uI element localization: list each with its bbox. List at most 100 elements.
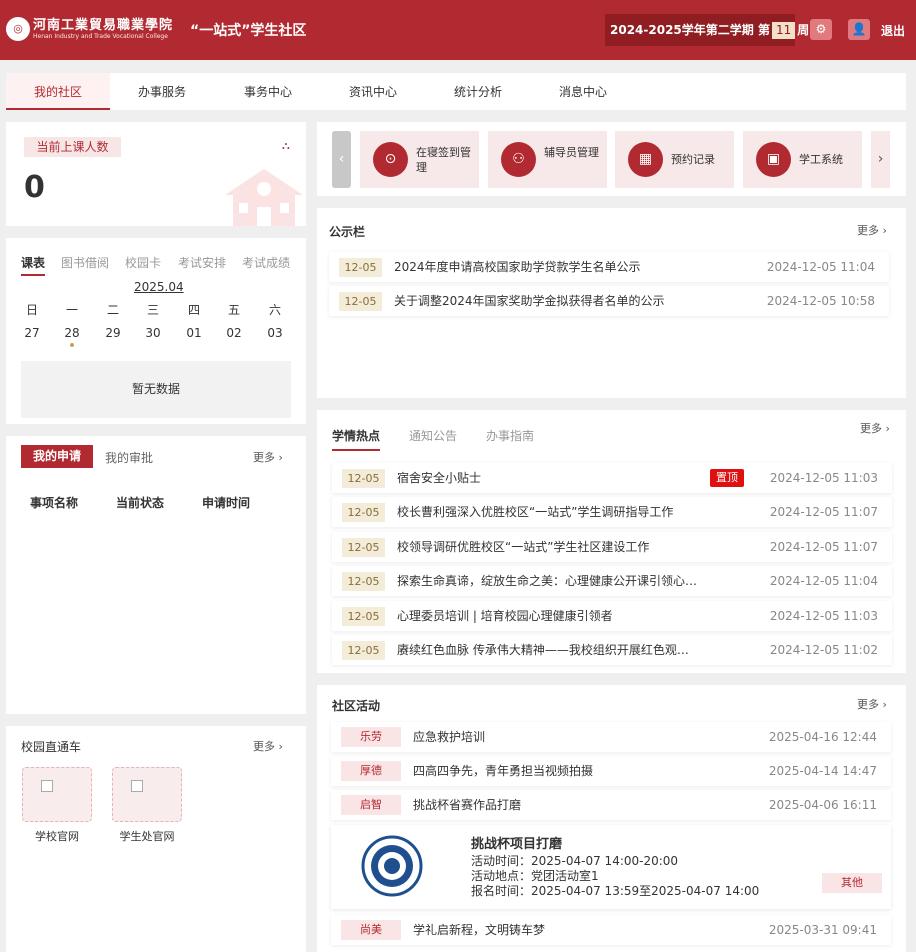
news-row[interactable]: 12-05 校领导调研优胜校区“一站式”学生社区建设工作 2024-12-05 … [332,532,892,562]
news-title: 校领导调研优胜校区“一站式”学生社区建设工作 [397,540,650,554]
activity-row[interactable]: 乐劳 应急救护培训 2025-04-16 12:44 [331,722,891,752]
school-website-label[interactable]: 学校官网 [22,828,92,844]
tab-my-approvals[interactable]: 我的审批 [105,449,153,466]
chevron-right-icon[interactable]: › [871,131,890,188]
activities-title: 社区活动 [332,699,381,713]
school-logo: ◎ [6,17,30,41]
chevron-right-icon: › [885,422,890,435]
news-title: 心理委员培训 | 培育校园心理健康引领者 [397,609,613,623]
school-website-link[interactable] [22,767,92,822]
activities-more[interactable]: 更多 › [857,696,887,712]
nav-services[interactable]: 办事服务 [114,73,210,110]
student-office-link[interactable] [112,767,182,822]
news-time: 2024-12-05 11:04 [769,574,878,588]
weekday: 日 [25,303,38,317]
news-time: 2024-12-05 11:03 [769,471,878,485]
news-row[interactable]: 12-05 宿舍安全小贴士 置顶 2024-12-05 11:03 [332,463,892,493]
calendar-day[interactable]: 27 [12,326,52,340]
calendar-day[interactable]: 30 [133,326,173,340]
notice-board-more[interactable]: 更多 › [857,222,887,238]
user-icon[interactable]: 👤 [848,19,870,40]
calendar-day[interactable]: 02 [214,326,254,340]
column-header: 申请时间 [202,496,251,510]
date-tag: 12-05 [342,538,385,557]
calendar-day[interactable]: 01 [174,326,214,340]
tab-schedule[interactable]: 课表 [21,254,46,276]
news-time: 2024-12-05 11:03 [769,609,878,623]
detail-signup-time: 报名时间：2025-04-07 13:59至2025-04-07 14:00 [471,884,760,898]
calendar-day[interactable]: 29 [93,326,133,340]
term-info: 2024-2025学年第二学期 第 11 周 [605,14,809,46]
tab-library[interactable]: 图书借阅 [61,254,109,271]
quick-link-label: 辅导员管理 [544,146,599,159]
notice-time: 2024-12-05 11:04 [766,260,875,274]
calendar-day-today[interactable]: 28 [52,326,92,340]
logout-button[interactable]: 退出 [881,22,905,39]
school-building-icon [225,169,303,226]
calendar-day[interactable]: 03 [255,326,295,340]
campus-links-more[interactable]: 更多 › [253,738,283,754]
chevron-left-icon[interactable]: ‹ [332,131,351,188]
detail-title: 挑战杯项目打磨 [471,837,563,852]
pinned-badge: 置顶 [710,469,744,487]
nav-my-community[interactable]: 我的社区 [6,73,110,110]
quick-link-counselor[interactable]: ⚇ 辅导员管理 [488,131,607,188]
activity-row[interactable]: 启智 挑战杯省赛作品打磨 2025-04-06 16:11 [331,790,891,820]
chevron-right-icon: › [278,451,283,464]
school-emblem [361,835,423,897]
term-text: 2024-2025学年第二学期 第 [610,23,770,37]
more-label: 更多 [253,740,275,753]
news-row[interactable]: 12-05 赓续红色血脉 传承伟大精神——我校组织开展红色观… 2024-12-… [332,635,892,665]
schedule-empty: 暂无数据 [21,361,291,418]
activity-row[interactable]: 厚德 四高四争先，青年勇担当视频拍摄 2025-04-14 14:47 [331,756,891,786]
notice-row[interactable]: 12-05 关于调整2024年国家奖助学金拟获得者名单的公示 2024-12-0… [329,286,889,316]
date-tag: 12-05 [342,607,385,626]
activity-time: 2025-03-31 09:41 [768,923,877,937]
weekday: 四 [187,303,200,317]
people-icon: ⚇ [501,142,536,177]
attendance-value: 0 [24,170,45,205]
activity-row[interactable]: 尚美 学礼启新程，文明铸车梦 2025-03-31 09:41 [331,915,891,945]
more-label: 更多 [857,224,879,237]
student-office-label[interactable]: 学生处官网 [112,828,182,844]
chevron-right-icon: › [882,224,887,237]
news-row[interactable]: 12-05 校长曹利强深入优胜校区“一站式”学生调研指导工作 2024-12-0… [332,497,892,527]
tab-campus-card[interactable]: 校园卡 [125,254,161,271]
nav-messages[interactable]: 消息中心 [535,73,631,110]
date-tag: 12-05 [342,503,385,522]
quick-link-appointments[interactable]: ▦ 预约记录 [615,131,734,188]
campus-links-title: 校园直通车 [21,740,82,754]
news-row[interactable]: 12-05 探索生命真谛，绽放生命之美：心理健康公开课引领心… 2024-12-… [332,566,892,596]
quick-link-dorm-signin[interactable]: ⊙ 在寝签到管理 [360,131,479,188]
activity-time: 2025-04-16 12:44 [768,730,877,744]
news-more[interactable]: 更多 › [860,420,890,436]
news-time: 2024-12-05 11:07 [769,505,878,519]
schedule-card: 课表 图书借阅 校园卡 考试安排 考试成绩 2025.04 日 一 二 三 四 … [6,238,306,424]
gear-icon[interactable]: ⚙ [810,19,832,40]
nav-statistics[interactable]: 统计分析 [430,73,526,110]
tab-hot-topics[interactable]: 学情热点 [332,427,381,451]
org-chart-icon[interactable]: ⛬ [282,139,290,153]
nav-affairs[interactable]: 事务中心 [220,73,316,110]
tab-exam-arrangement[interactable]: 考试安排 [178,254,226,271]
tab-notices[interactable]: 通知公告 [409,427,457,444]
quick-links-bar: ‹ ⊙ 在寝签到管理 ⚇ 辅导员管理 ▦ 预约记录 ▣ 学工系统 › [317,122,906,196]
tab-exam-scores[interactable]: 考试成绩 [242,254,290,271]
nav-news[interactable]: 资讯中心 [325,73,421,110]
quick-link-student-system[interactable]: ▣ 学工系统 [743,131,862,188]
notice-title: 2024年度申请高校国家助学贷款学生名单公示 [394,260,641,274]
weekday: 二 [106,303,119,317]
broken-image-icon [131,780,143,792]
activity-detail[interactable]: 挑战杯项目打磨 活动时间：2025-04-07 14:00-20:00 活动地点… [331,825,891,909]
main-nav: 我的社区 办事服务 事务中心 资讯中心 统计分析 消息中心 [6,73,906,110]
news-card: 学情热点 通知公告 办事指南 更多 › 12-05 宿舍安全小贴士 置顶 202… [317,410,906,673]
detail-place: 活动地点：党团活动室1 [471,869,599,883]
column-header: 当前状态 [116,496,165,510]
notice-board-title: 公示栏 [329,225,366,239]
applications-more[interactable]: 更多 › [253,449,283,465]
notice-row[interactable]: 12-05 2024年度申请高校国家助学贷款学生名单公示 2024-12-05 … [329,252,889,282]
news-row[interactable]: 12-05 心理委员培训 | 培育校园心理健康引领者 2024-12-05 11… [332,601,892,631]
tab-guides[interactable]: 办事指南 [486,427,534,444]
calendar-month[interactable]: 2025.04 [134,280,184,294]
tab-my-applications[interactable]: 我的申请 [21,445,93,468]
